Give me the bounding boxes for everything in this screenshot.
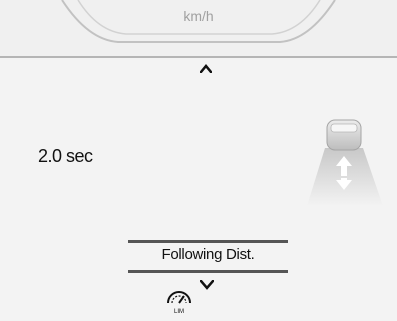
vehicle-distance-icon <box>305 118 385 213</box>
setting-label: Following Dist. <box>161 246 255 263</box>
speed-limiter-icon: LIM <box>164 283 194 320</box>
limiter-text: LIM <box>174 309 184 315</box>
label-separator-top <box>128 240 288 243</box>
top-divider <box>0 56 397 58</box>
chevron-down-icon[interactable] <box>199 277 215 295</box>
instrument-display: km/h 2.0 sec Following Dist. LIM <box>0 0 397 321</box>
speedometer-band: km/h <box>0 0 397 56</box>
following-distance-value: 2.0 sec <box>38 146 93 166</box>
label-separator-bottom <box>128 270 288 273</box>
speed-unit: km/h <box>183 8 214 24</box>
chevron-up-icon[interactable] <box>199 60 213 78</box>
